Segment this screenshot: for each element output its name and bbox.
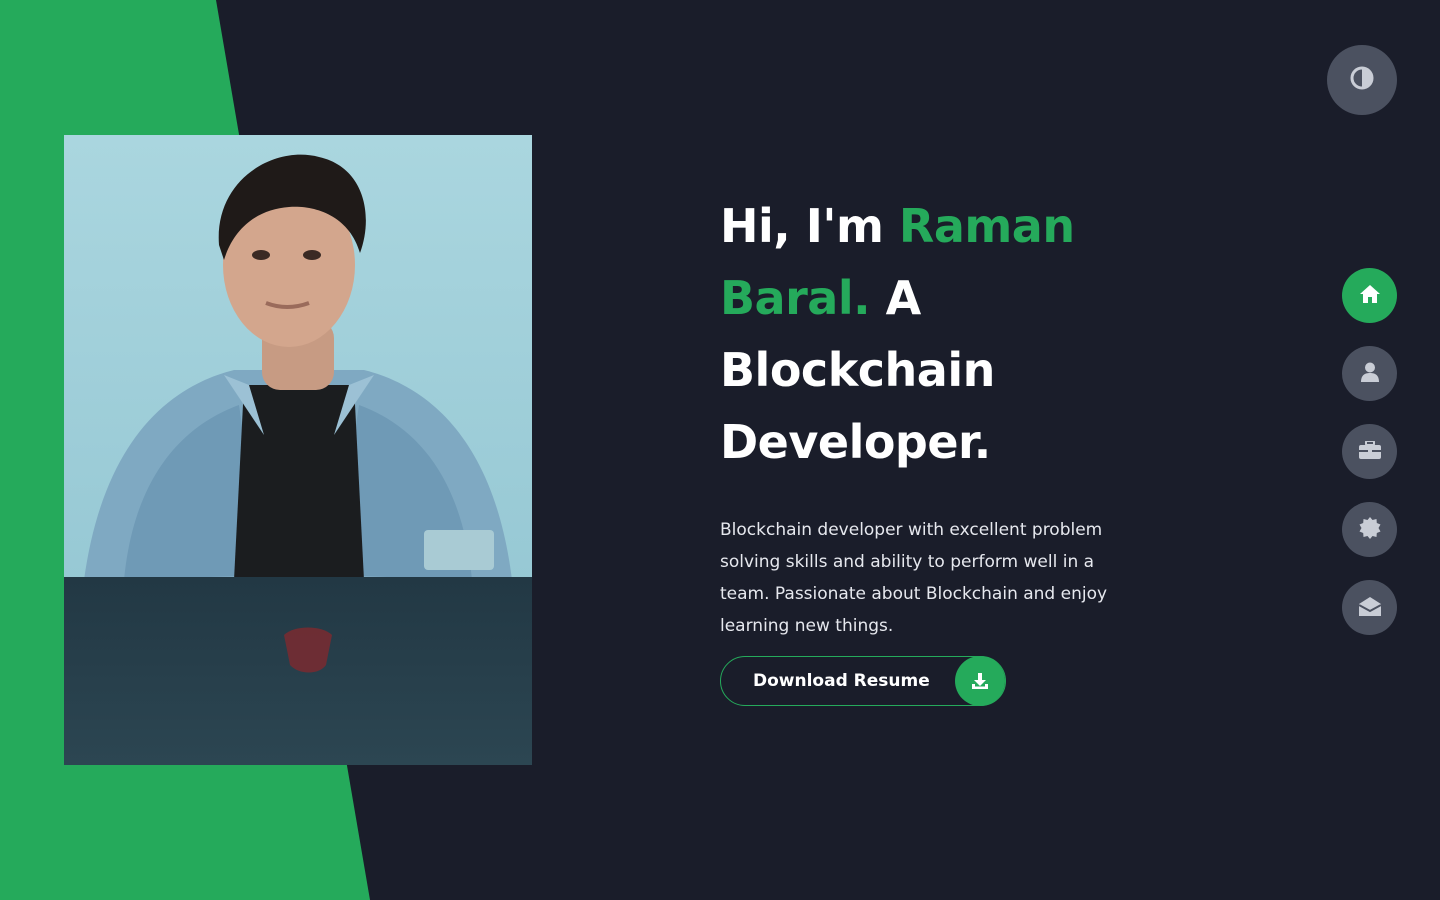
side-nav (1342, 268, 1397, 635)
name-last: Baral. (720, 271, 871, 325)
name-first: Raman (898, 199, 1075, 253)
greeting-text: Hi, I'm (720, 199, 884, 253)
nav-portfolio-button[interactable] (1342, 424, 1397, 479)
download-icon (955, 656, 1005, 706)
profile-photo-illustration (64, 135, 532, 765)
download-resume-button[interactable]: Download Resume (720, 656, 1006, 706)
home-page: Hi, I'm Raman Baral. A Blockchain Develo… (0, 0, 1440, 900)
nav-about-button[interactable] (1342, 346, 1397, 401)
user-icon (1360, 362, 1379, 386)
nav-skills-button[interactable] (1342, 502, 1397, 557)
hero-bio: Blockchain developer with excellent prob… (720, 520, 1108, 636)
hero-headline: Hi, I'm Raman Baral. A Blockchain Develo… (720, 190, 1180, 478)
home-icon (1359, 284, 1381, 308)
badge-icon (1359, 516, 1381, 543)
role-title-line1: Blockchain (720, 343, 995, 397)
nav-contact-button[interactable] (1342, 580, 1397, 635)
nav-home-button[interactable] (1342, 268, 1397, 323)
envelope-open-icon (1358, 596, 1381, 620)
hero-section: Hi, I'm Raman Baral. A Blockchain Develo… (720, 190, 1180, 706)
theme-toggle-button[interactable] (1327, 45, 1397, 115)
role-prefix: A (885, 271, 922, 325)
role-title-line2: Developer. (720, 415, 991, 469)
profile-photo (64, 135, 532, 765)
download-resume-label: Download Resume (753, 671, 930, 691)
briefcase-icon (1358, 439, 1381, 463)
contrast-icon (1350, 66, 1374, 94)
